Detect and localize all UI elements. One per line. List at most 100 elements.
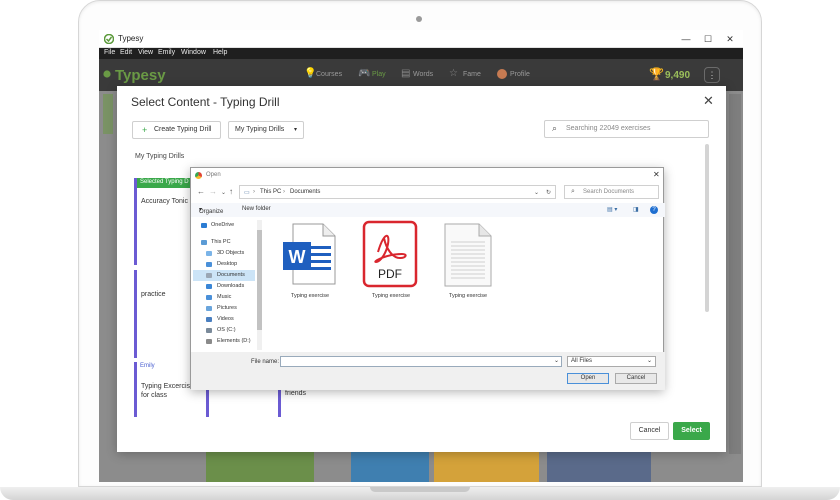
background-thumbnail bbox=[547, 452, 651, 482]
sidebar-item-this-pc[interactable]: This PC bbox=[193, 237, 255, 248]
sidebar-item-3d-objects[interactable]: 3D Objects bbox=[193, 248, 255, 259]
nav-courses[interactable]: Courses bbox=[316, 71, 342, 78]
preview-pane-icon[interactable]: ◨ bbox=[633, 206, 639, 213]
refresh-icon[interactable]: ↻ bbox=[546, 189, 551, 196]
chevron-down-icon: ⌄ bbox=[646, 358, 652, 364]
typesy-logo-icon bbox=[103, 70, 111, 78]
back-arrow-icon[interactable]: ← bbox=[197, 187, 205, 196]
pictures-icon bbox=[206, 306, 212, 311]
help-icon[interactable]: ? bbox=[650, 206, 658, 214]
card-title: practice bbox=[141, 291, 166, 298]
chevron-right-icon: › bbox=[253, 189, 255, 195]
sidebar-item-music[interactable]: Music bbox=[193, 292, 255, 303]
drive-icon bbox=[206, 339, 212, 344]
breadcrumb-this-pc[interactable]: This PC bbox=[260, 189, 281, 195]
nav-profile[interactable]: Profile bbox=[510, 71, 530, 78]
create-typing-drill-button[interactable]: + Create Typing Drill bbox=[132, 121, 221, 139]
trophy-icon: 🏆 bbox=[649, 67, 664, 81]
download-icon bbox=[206, 284, 212, 289]
cancel-button[interactable]: Cancel bbox=[630, 422, 669, 440]
sidebar-item-desktop[interactable]: Desktop bbox=[193, 259, 255, 270]
select-button[interactable]: Select bbox=[673, 422, 710, 440]
card-tag: Emily bbox=[140, 363, 155, 369]
sidebar-item-os-c[interactable]: OS (C:) bbox=[193, 325, 255, 336]
chevron-down-icon[interactable]: ⌄ bbox=[221, 189, 226, 196]
sidebar-item-elements-d[interactable]: Elements (D:) bbox=[193, 336, 255, 347]
menu-view[interactable]: View bbox=[138, 49, 153, 56]
chrome-icon bbox=[195, 172, 202, 179]
maximize-icon[interactable]: ☐ bbox=[701, 32, 715, 46]
sidebar-item-label: OneDrive bbox=[211, 222, 235, 228]
score-value: 9,490 bbox=[665, 70, 691, 81]
file-caption: Typing exercise bbox=[290, 293, 330, 299]
chevron-down-icon[interactable]: ⌄ bbox=[554, 357, 559, 364]
drill-card[interactable] bbox=[206, 386, 273, 417]
documents-search-input[interactable]: ⌕ Search Documents bbox=[564, 185, 659, 199]
my-drills-dropdown-label: My Typing Drills bbox=[235, 126, 285, 133]
dialog-scrollbar[interactable] bbox=[705, 144, 709, 312]
organize-label: Organize bbox=[199, 209, 224, 215]
create-typing-drill-label: Create Typing Drill bbox=[154, 126, 212, 133]
cube-icon bbox=[206, 251, 212, 256]
nav-fame[interactable]: Fame bbox=[463, 71, 481, 78]
background-panel bbox=[729, 94, 741, 454]
nav-words[interactable]: Words bbox=[413, 71, 433, 78]
nav-play[interactable]: Play bbox=[372, 71, 386, 78]
breadcrumb-documents[interactable]: Documents bbox=[290, 189, 320, 195]
search-icon: ⌕ bbox=[552, 123, 558, 133]
search-placeholder: Search Documents bbox=[583, 189, 635, 195]
file-badge: W bbox=[289, 247, 306, 267]
dialog-close-icon[interactable]: ✕ bbox=[703, 93, 714, 109]
drill-card[interactable]: friends bbox=[278, 386, 345, 417]
sidebar-item-label: Desktop bbox=[217, 261, 238, 267]
file-type-value: All Files bbox=[571, 358, 593, 364]
dialog-title: Select Content - Typing Drill bbox=[131, 95, 280, 109]
open-button[interactable]: Open bbox=[567, 373, 609, 384]
close-icon[interactable]: ✕ bbox=[653, 170, 660, 179]
laptop-notch bbox=[370, 487, 470, 492]
menu-edit[interactable]: Edit bbox=[120, 49, 132, 56]
background-thumbnail bbox=[351, 452, 429, 482]
sidebar-item-label: Documents bbox=[217, 272, 245, 278]
view-options-icon[interactable]: ▤ ▾ bbox=[607, 206, 617, 213]
music-icon bbox=[206, 295, 212, 300]
file-type-select[interactable]: All Files ⌄ bbox=[567, 356, 656, 367]
menu-window[interactable]: Window bbox=[181, 49, 206, 56]
address-bar[interactable]: ▭ › This PC › Documents ⌄ ↻ bbox=[239, 185, 556, 199]
sidebar-item-label: Elements (D:) bbox=[217, 338, 251, 344]
forward-arrow-icon[interactable]: → bbox=[209, 187, 217, 196]
file-item[interactable]: PDF Typing exercise bbox=[356, 218, 426, 313]
organize-button[interactable]: Organize ▾ bbox=[199, 206, 223, 215]
background-panel bbox=[103, 94, 113, 134]
chevron-down-icon[interactable]: ⌄ bbox=[534, 189, 539, 196]
scrollbar-thumb[interactable] bbox=[257, 230, 262, 330]
menu-file[interactable]: File bbox=[104, 49, 115, 56]
my-drills-dropdown[interactable]: My Typing Drills ▾ bbox=[228, 121, 304, 139]
text-document-icon bbox=[444, 223, 492, 287]
file-item[interactable]: W Typing exercise bbox=[275, 218, 345, 313]
sidebar-item-downloads[interactable]: Downloads bbox=[193, 281, 255, 292]
background-thumbnail bbox=[434, 452, 539, 482]
minimize-icon[interactable]: — bbox=[679, 32, 693, 46]
desktop-icon bbox=[206, 262, 212, 267]
file-name-input[interactable]: ⌄ bbox=[280, 356, 562, 367]
exercise-search-input[interactable]: ⌕ Searching 22049 exercises bbox=[544, 120, 709, 138]
navigation-scrollbar[interactable] bbox=[257, 220, 262, 350]
camera-dot bbox=[416, 16, 422, 22]
open-cancel-button[interactable]: Cancel bbox=[615, 373, 657, 384]
menu-help[interactable]: Help bbox=[213, 49, 227, 56]
sidebar-item-videos[interactable]: Videos bbox=[193, 314, 255, 325]
sidebar-item-onedrive[interactable]: OneDrive bbox=[193, 220, 255, 231]
caret-down-icon: ▾ bbox=[294, 127, 298, 133]
file-caption: Typing exercise bbox=[448, 293, 488, 299]
search-placeholder: Searching 22049 exercises bbox=[566, 125, 651, 132]
new-folder-button[interactable]: New folder bbox=[242, 206, 271, 212]
file-item[interactable]: Typing exercise bbox=[433, 218, 503, 313]
up-arrow-icon[interactable]: ↑ bbox=[229, 187, 233, 196]
close-icon[interactable]: ✕ bbox=[723, 32, 737, 46]
sidebar-item-documents[interactable]: Documents bbox=[193, 270, 255, 281]
menu-emily[interactable]: Emily bbox=[158, 49, 175, 56]
sidebar-item-pictures[interactable]: Pictures bbox=[193, 303, 255, 314]
more-options-button[interactable]: ⋮ bbox=[704, 67, 720, 83]
lightbulb-icon: 💡 bbox=[304, 68, 317, 79]
